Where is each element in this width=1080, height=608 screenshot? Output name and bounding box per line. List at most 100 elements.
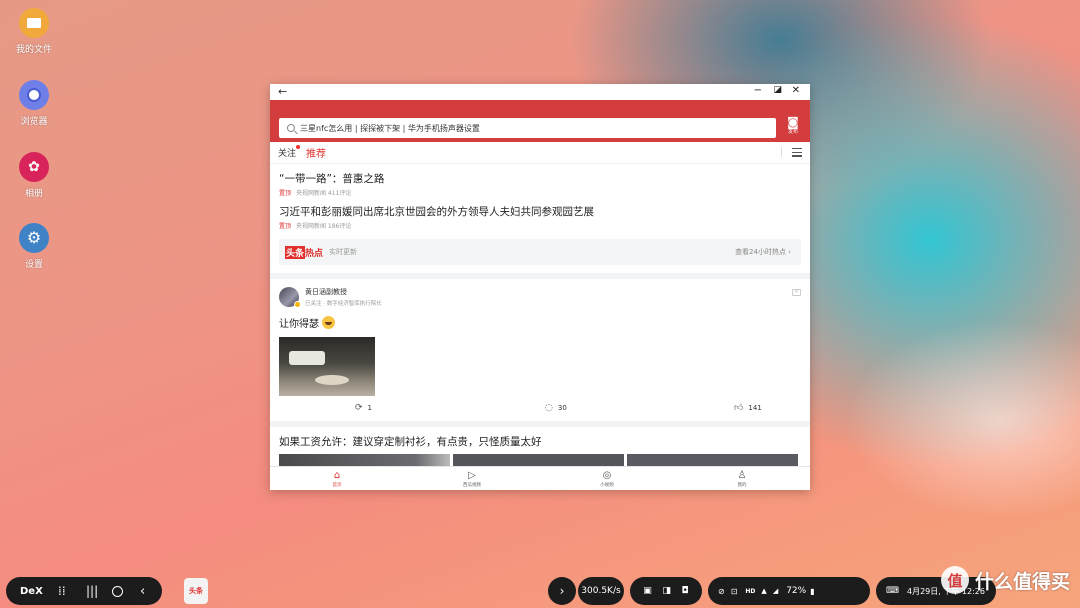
publish-label: 发布 (787, 129, 798, 135)
short-video-icon: ◎ (602, 470, 612, 481)
bottom-nav: ⌂ 首页 ▷ 西瓜视频 ◎ 小视频 ♙ 我的 (270, 466, 810, 490)
apps-grid-icon[interactable]: ⁞⁞ (58, 584, 66, 598)
close-icon[interactable]: ✕ (792, 85, 800, 96)
toutiao-app-window: ← − ◪ ✕ 三星nfc怎么用 | 探探被下架 | 华为手机扬声器设置 ◙ 发… (270, 84, 810, 490)
news-title[interactable]: 习近平和彭丽媛同出席北京世园会的外方领导人夫妇共同参观园艺展 (279, 197, 801, 219)
search-header: 三星nfc怎么用 | 探探被下架 | 华为手机扬声器设置 ◙ 发布 (270, 100, 810, 142)
divider (781, 147, 782, 157)
search-icon (287, 124, 295, 132)
desktop-icon-label: 相册 (24, 189, 43, 199)
home-button-icon[interactable] (112, 585, 123, 597)
hd-icon: HD (745, 587, 756, 595)
author-subtitle: 已关注 · 数字经济智库执行院长 (305, 301, 382, 307)
smzdm-watermark: 值 什么值得买 (940, 566, 1070, 594)
back-arrow-icon[interactable]: ← (278, 85, 287, 98)
avatar[interactable] (279, 287, 301, 308)
publish-button[interactable]: ◙ 发布 (784, 116, 802, 135)
maximize-icon[interactable]: ◪ (773, 85, 782, 95)
hot-logo-part: 热点 (305, 248, 324, 259)
image-dog (315, 375, 349, 385)
watermark-text: 什么值得买 (974, 570, 1070, 593)
news-item[interactable]: “一带一路”：普惠之路 置顶 央视网新闻 411评论 (270, 164, 810, 197)
folder-icon (19, 8, 49, 38)
taskbar-toutiao-app[interactable]: 头条 (184, 578, 208, 604)
desktop-icon-label: 浏览器 (20, 117, 48, 127)
dismiss-icon[interactable]: × (792, 289, 801, 296)
hot-logo-part: 头条 (285, 245, 306, 259)
news-source: 央视网新闻 (295, 223, 326, 230)
expand-tray-button[interactable]: › (548, 577, 576, 605)
post-header: 黄日涵副教授 已关注 · 数字经济智库执行院长 (279, 287, 801, 308)
signal-4g-icon: ▲ (761, 587, 767, 595)
flower-gallery-icon: ✿ (19, 152, 49, 182)
battery-percent: 72% (786, 586, 807, 596)
network-speed-indicator: 300.5K/s (578, 577, 624, 605)
hot-topics-bar[interactable]: 头条 热点 实时更新 查看24小时热点 › (279, 239, 801, 265)
recent-apps-icon[interactable]: ||| (86, 584, 98, 598)
tab-follow[interactable]: 关注 (278, 145, 301, 159)
verified-badge-icon (294, 301, 301, 308)
news-source: 央视网新闻 (295, 190, 326, 197)
tab-recommend[interactable]: 推荐 (306, 145, 326, 160)
app-notification-icon: ◨ (662, 586, 671, 596)
pinned-tag: 置顶 (279, 190, 292, 197)
nav-label: 小视频 (600, 483, 614, 488)
post-text-content: 让你得瑟 (279, 319, 319, 330)
comment-button[interactable]: ◌ 30 (545, 403, 567, 413)
cellular-signal-icon: ◢ (772, 587, 779, 595)
minimize-icon[interactable]: − (754, 85, 762, 96)
mute-icon: ⊘ (718, 586, 725, 596)
tab-follow-label: 关注 (278, 149, 297, 159)
news-title[interactable]: “一带一路”：普惠之路 (279, 164, 801, 186)
desktop-icon-my-files[interactable]: 我的文件 (8, 8, 60, 55)
battery-icon: ▮ (810, 586, 815, 596)
home-icon: ⌂ (333, 470, 341, 481)
nav-short-video[interactable]: ◎ 小视频 (587, 470, 627, 488)
notification-icons[interactable]: ▣ ◨ ◘ (630, 577, 702, 605)
dex-navigation-bar: DeX ⁞⁞ ||| ‹ (6, 577, 162, 605)
comment-count: 30 (557, 404, 567, 412)
like-count: 141 (748, 404, 762, 412)
channel-tabs: 关注 推荐 (270, 142, 810, 164)
article-title[interactable]: 如果工资允许：建议穿定制衬衫，有点贵，只怪质量太好 (279, 427, 801, 449)
news-comments: 186评论 (327, 223, 352, 230)
post-actions: ⟳ 1 ◌ 30 👍︎ 141 (279, 403, 801, 417)
like-button[interactable]: 👍︎ 141 (734, 403, 762, 413)
window-titlebar[interactable]: ← − ◪ ✕ (270, 84, 810, 100)
nav-home[interactable]: ⌂ 首页 (317, 470, 357, 488)
desktop-icon-settings[interactable]: ⚙ 设置 (8, 223, 60, 270)
news-meta: 置顶 央视网新闻 186评论 (279, 221, 801, 230)
post-text[interactable]: 让你得瑟 (279, 315, 801, 330)
browser-planet-icon (19, 80, 49, 110)
view-24h-hot-link[interactable]: 查看24小时热点 › (735, 247, 791, 257)
back-icon[interactable]: ‹ (140, 584, 145, 599)
search-text: 三星nfc怎么用 | 探探被下架 | 华为手机扬声器设置 (300, 123, 480, 133)
dex-button[interactable]: DeX (20, 586, 43, 597)
hot-subtitle: 实时更新 (329, 248, 358, 256)
search-input[interactable]: 三星nfc怎么用 | 探探被下架 | 华为手机扬声器设置 (279, 118, 776, 138)
desktop-icon-gallery[interactable]: ✿ 相册 (8, 152, 60, 199)
menu-icon[interactable] (792, 148, 802, 159)
desktop-icon-browser[interactable]: 浏览器 (8, 80, 60, 127)
repost-count: 1 (367, 404, 373, 412)
nav-profile[interactable]: ♙ 我的 (722, 470, 762, 488)
repost-button[interactable]: ⟳ 1 (355, 403, 372, 413)
play-icon: ▷ (468, 470, 476, 481)
nav-label: 西瓜视频 (463, 483, 481, 488)
nav-xigua-video[interactable]: ▷ 西瓜视频 (452, 470, 492, 488)
laughing-emoji-icon (322, 316, 335, 329)
author-name[interactable]: 黄日涵副教授 (305, 287, 382, 297)
desktop-icon-label: 设置 (24, 260, 43, 270)
network-speed: 300.5K/s (581, 586, 621, 596)
watermark-logo-icon: 值 (940, 566, 969, 594)
news-meta: 置顶 央视网新闻 411评论 (279, 188, 801, 197)
chevron-right-icon: › (559, 584, 565, 598)
image-notification-icon: ▣ (643, 586, 652, 596)
gear-icon: ⚙ (19, 223, 49, 253)
news-comments: 411评论 (327, 190, 352, 197)
news-item[interactable]: 习近平和彭丽媛同出席北京世园会的外方领导人夫妇共同参观园艺展 置顶 央视网新闻 … (270, 197, 810, 230)
thumbs-up-icon: 👍︎ (734, 403, 744, 413)
post-image[interactable] (279, 337, 375, 396)
status-tray[interactable]: ⊘ ⊡ HD ▲ ◢ 72% ▮ (708, 577, 870, 605)
author-info: 黄日涵副教授 已关注 · 数字经济智库执行院长 (299, 287, 382, 307)
